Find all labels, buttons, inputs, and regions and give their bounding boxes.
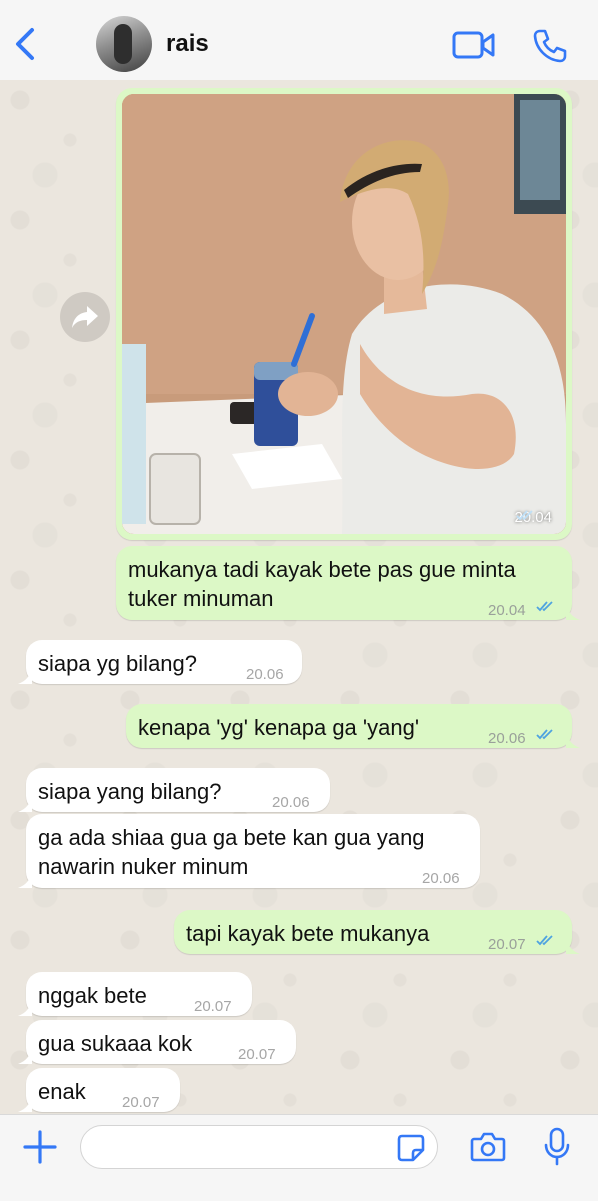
message-line: nggak bete [38,983,147,1008]
message-line: mukanya tadi kayak bete pas gue minta [128,557,516,582]
camera-button[interactable] [470,1131,506,1163]
message-timestamp: 20.07 [238,1046,276,1063]
message-line: nawarin nuker minum [38,854,249,879]
contact-avatar[interactable] [96,16,152,72]
sticker-button[interactable] [396,1133,426,1163]
input-bar [0,1114,598,1201]
message-line: siapa yg bilang? [38,651,198,676]
bubble-tail [18,872,32,888]
message-text: kenapa 'yg' kenapa ga 'yang' [138,713,419,742]
microphone-button[interactable] [542,1127,572,1167]
message-text: siapa yang bilang? [38,777,221,806]
bubble-tail [18,1096,32,1112]
photo-timestamp: 20.04 [514,509,552,526]
message-timestamp: 20.07 [122,1094,160,1111]
back-button[interactable] [8,24,42,64]
read-ticks-icon [536,601,553,612]
message-text: siapa yg bilang? [38,649,197,678]
message-timestamp: 20.06 [488,730,526,747]
video-call-button[interactable] [452,30,496,60]
message-text: gua sukaaa kok [38,1029,192,1058]
voice-call-button[interactable] [532,28,568,64]
outgoing-message[interactable]: tapi kayak bete mukanya 20.07 [174,910,580,954]
bubble-tail [566,732,580,748]
outgoing-message[interactable]: kenapa 'yg' kenapa ga 'yang' 20.06 [126,704,580,748]
incoming-message[interactable]: ga ada shiaa gua ga bete kan gua yang naw… [18,814,480,888]
forward-button[interactable] [60,292,110,342]
message-text: mukanya tadi kayak bete pas gue minta tuk… [128,555,516,613]
message-text: enak [38,1077,86,1106]
message-line: kenapa 'yg' kenapa ga 'yang' [138,715,420,740]
message-input[interactable] [80,1125,438,1169]
chevron-left-icon [16,28,34,60]
camera-icon [470,1132,506,1162]
message-line: tuker minuman [128,586,274,611]
phone-icon [533,29,567,63]
forward-arrow-icon [72,306,98,328]
incoming-message[interactable]: siapa yg bilang? 20.06 [18,640,302,684]
plus-icon [23,1130,57,1164]
message-timestamp: 20.07 [194,998,232,1015]
attach-button[interactable] [22,1129,58,1165]
bubble-tail [18,668,32,684]
bubble-tail [18,1048,32,1064]
message-text: tapi kayak bete mukanya [186,919,429,948]
message-text: ga ada shiaa gua ga bete kan gua yang naw… [38,823,425,881]
message-timestamp: 20.06 [422,870,460,887]
read-ticks-icon [536,935,553,946]
message-line: tapi kayak bete mukanya [186,921,430,946]
shared-photo[interactable]: 20.04 [122,94,566,534]
incoming-message[interactable]: siapa yang bilang? 20.06 [18,768,330,812]
bubble-tail [18,1000,32,1016]
message-timestamp: 20.06 [246,666,284,683]
bubble-tail [18,796,32,812]
sticker-icon [397,1134,425,1162]
read-ticks-icon [516,510,534,521]
message-timestamp: 20.06 [272,794,310,811]
contact-name[interactable]: rais [166,30,209,58]
incoming-message[interactable]: gua sukaaa kok 20.07 [18,1020,296,1064]
message-timestamp: 20.04 [488,602,526,619]
bubble-tail [566,604,580,620]
incoming-message[interactable]: enak 20.07 [18,1068,180,1112]
message-text: nggak bete [38,981,147,1010]
bubble-tail [566,938,580,954]
message-line: enak [38,1079,86,1104]
message-timestamp: 20.07 [488,936,526,953]
read-ticks-icon [536,729,553,740]
message-line: gua sukaaa kok [38,1031,193,1056]
outgoing-message[interactable]: mukanya tadi kayak bete pas gue minta tuk… [116,546,580,620]
incoming-message[interactable]: nggak bete 20.07 [18,972,252,1016]
message-line: siapa yang bilang? [38,779,222,804]
photo-message[interactable]: 20.04 [116,88,572,540]
message-line: ga ada shiaa gua ga bete kan gua yang [38,825,425,850]
microphone-icon [544,1127,570,1166]
video-camera-icon [452,31,495,59]
chat-header: rais [0,0,598,81]
